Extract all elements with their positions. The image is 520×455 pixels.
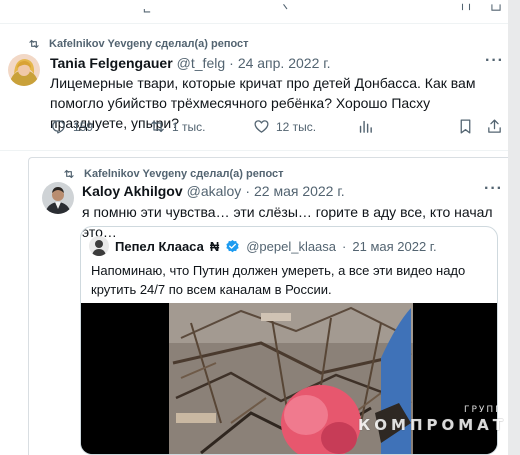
author-handle: @pepel_klaasa xyxy=(246,238,337,254)
share-icon xyxy=(488,119,501,133)
tweet-date: 21 мая 2022 г. xyxy=(352,238,437,254)
repost-icon xyxy=(29,39,39,49)
quote-header: Пепел Клааса ₦ @pepel_klaasa · 21 мая 20… xyxy=(89,236,437,256)
tweet-header: Tania Felgengauer @t_felg · 24 апр. 2022… xyxy=(50,55,331,71)
repost-text[interactable]: Kafelnikov Yevgeny сделал(а) репост xyxy=(84,168,284,180)
author-name[interactable]: Tania Felgengauer xyxy=(50,55,173,71)
tweet-date[interactable]: 24 апр. 2022 г. xyxy=(238,55,331,71)
page-edge xyxy=(508,0,520,455)
name-mark: ₦ xyxy=(209,238,220,254)
bookmark-icon xyxy=(460,119,471,134)
separator-dot: · xyxy=(245,183,250,199)
repost-icon[interactable] xyxy=(140,2,158,16)
avatar[interactable] xyxy=(8,54,40,86)
watermark-text: КОМПРОМАТ xyxy=(358,416,508,434)
repost-button[interactable]: 1 тыс. xyxy=(149,118,205,135)
repost-indicator: Kafelnikov Yevgeny сделал(а) репост xyxy=(62,167,284,181)
share-button[interactable] xyxy=(486,118,503,135)
separator-dot: · xyxy=(229,55,234,71)
timeline: Kafelnikov Yevgeny сделал(а) репост Tani… xyxy=(0,0,508,455)
like-button[interactable]: 12 тыс. xyxy=(253,118,316,135)
reply-count: 159 xyxy=(73,119,94,134)
more-icon[interactable]: ··· xyxy=(485,52,504,70)
avatar xyxy=(89,236,109,256)
avatar[interactable] xyxy=(42,182,74,214)
bookmark-icon[interactable] xyxy=(457,2,475,16)
separator-dot: · xyxy=(342,238,347,254)
bookmark-button[interactable] xyxy=(457,118,474,135)
repost-count: 1 тыс. xyxy=(172,119,206,134)
reply-icon xyxy=(52,120,65,134)
author-handle[interactable]: @t_felg xyxy=(177,55,225,71)
verified-icon xyxy=(226,239,239,252)
like-count: 12 тыс. xyxy=(276,119,317,134)
like-icon[interactable] xyxy=(278,2,296,16)
repost-indicator: Kafelnikov Yevgeny сделал(а) репост xyxy=(27,37,249,51)
author-handle[interactable]: @akaloy xyxy=(187,183,242,199)
tweet-date[interactable]: 22 мая 2022 г. xyxy=(254,183,345,199)
views-button[interactable] xyxy=(357,118,374,135)
repost-text[interactable]: Kafelnikov Yevgeny сделал(а) репост xyxy=(49,38,249,50)
author-name: Пепел Клааса xyxy=(115,238,204,254)
quote-text: Напоминаю, что Путин должен умереть, а в… xyxy=(91,263,466,297)
views-icon xyxy=(359,120,372,133)
share-icon[interactable] xyxy=(487,2,505,16)
tweet-actions: 159 1 тыс. 12 тыс. xyxy=(50,118,505,138)
reply-button[interactable]: 159 xyxy=(50,118,93,135)
tweet-header: Kaloy Akhilgov @akaloy · 22 мая 2022 г. xyxy=(82,183,345,199)
more-icon[interactable]: ··· xyxy=(484,180,503,198)
divider xyxy=(0,150,508,151)
like-icon xyxy=(254,120,269,133)
repost-icon xyxy=(151,120,164,133)
repost-icon xyxy=(64,169,74,179)
previous-tweet-actions xyxy=(0,0,508,24)
watermark-small: ГРУППА xyxy=(464,405,508,415)
author-name[interactable]: Kaloy Akhilgov xyxy=(82,183,183,199)
